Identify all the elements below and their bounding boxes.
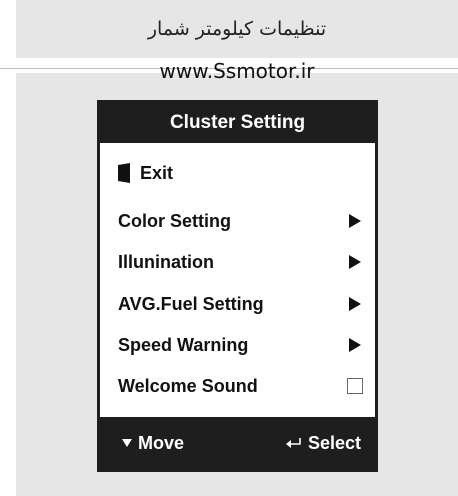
door-icon <box>118 163 130 183</box>
menu-item-label: Illunination <box>118 251 214 272</box>
menu-item-label: Color Setting <box>118 210 231 231</box>
menu-item-illumination[interactable]: Illunination <box>118 248 363 276</box>
arrow-right-icon <box>349 338 361 352</box>
menu-item-avg-fuel-setting[interactable]: AVG.Fuel Setting <box>118 290 363 318</box>
menu-item-label: Welcome Sound <box>118 375 258 396</box>
enter-arrow-icon <box>285 433 302 454</box>
select-label: Select <box>307 432 361 453</box>
move-label: Move <box>138 432 185 453</box>
cluster-setting-menu: Cluster Setting Exit Color Setting Illun… <box>97 100 378 472</box>
arrow-right-icon <box>349 214 361 228</box>
page-title: تنظیمات کیلومتر شمار <box>147 18 327 40</box>
menu-footer: Move Select <box>100 417 375 469</box>
select-hint: Select <box>285 417 361 469</box>
triangle-down-icon <box>122 439 132 447</box>
menu-item-label: AVG.Fuel Setting <box>118 293 264 314</box>
website-url: www.Ssmotor.ir <box>159 59 315 83</box>
move-hint: Move <box>122 417 184 469</box>
menu-title: Cluster Setting <box>100 103 375 143</box>
menu-item-label: Speed Warning <box>118 334 249 355</box>
menu-item-label: Exit <box>140 162 174 183</box>
page-header: تنظیمات کیلومتر شمار <box>16 0 458 58</box>
arrow-right-icon <box>349 255 361 269</box>
menu-item-welcome-sound[interactable]: Welcome Sound <box>118 372 363 400</box>
menu-item-exit[interactable]: Exit <box>118 159 363 187</box>
menu-item-speed-warning[interactable]: Speed Warning <box>118 331 363 359</box>
arrow-right-icon <box>349 297 361 311</box>
menu-item-color-setting[interactable]: Color Setting <box>118 207 363 235</box>
welcome-sound-checkbox[interactable] <box>347 378 363 394</box>
